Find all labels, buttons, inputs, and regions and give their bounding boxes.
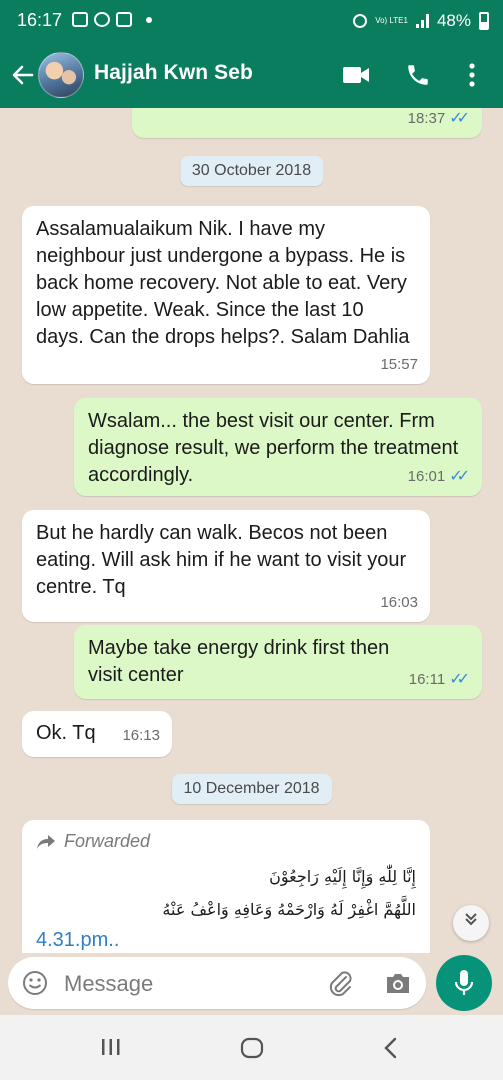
date-divider: 30 October 2018 — [179, 156, 324, 186]
status-time: 16:17 — [17, 10, 63, 30]
message-time: 15:57 — [380, 356, 418, 373]
message-bubble-incoming[interactable]: But he hardly can walk. Becos not been e… — [22, 510, 430, 622]
message-placeholder: Message — [64, 971, 154, 996]
date-divider: 10 December 2018 — [171, 774, 332, 804]
camera-icon[interactable] — [384, 970, 412, 996]
forward-arrow-icon — [37, 834, 55, 849]
recent-apps-icon[interactable] — [100, 1037, 122, 1057]
message-bubble-incoming[interactable]: Ok. Tq 16:13 — [22, 711, 172, 757]
home-icon[interactable] — [240, 1037, 264, 1059]
more-options-icon[interactable] — [468, 62, 476, 88]
message-text: Maybe take energy drink first then visit… — [88, 637, 390, 686]
message-bubble-incoming[interactable]: Assalamualaikum Nik. I have my neighbour… — [22, 206, 430, 384]
read-receipt-icon: ✓✓ — [449, 671, 470, 688]
more-notifications-dot-icon — [146, 17, 152, 23]
message-text: But he hardly can walk. Becos not been e… — [36, 522, 407, 598]
message-bubble-outgoing[interactable]: Wsalam... the best visit our center. Frm… — [74, 398, 482, 496]
back-nav-icon[interactable] — [382, 1037, 400, 1059]
battery-icon — [479, 12, 489, 30]
mail-notification-icon — [116, 12, 132, 27]
emoji-icon[interactable] — [22, 970, 48, 996]
message-time: 16:11 — [408, 671, 446, 688]
system-navigation-bar — [0, 1015, 503, 1080]
attach-icon[interactable] — [326, 969, 354, 997]
message-text: Ok. Tq — [36, 722, 96, 744]
signal-icon — [415, 14, 429, 28]
video-call-icon[interactable] — [342, 64, 370, 86]
status-bar: 16:17 Vo) LTE1 48% — [0, 0, 503, 44]
message-bubble-outgoing[interactable]: 18:37 ✓✓ — [132, 108, 482, 138]
double-chevron-down-icon — [465, 913, 477, 926]
message-link[interactable]: 4.31.pm.. — [36, 927, 416, 953]
composer-bar: Message — [0, 953, 503, 1015]
alarm-icon — [353, 14, 368, 28]
chat-header: Hajjah Kwn Seb — [0, 44, 503, 108]
scroll-to-bottom-button[interactable] — [453, 905, 489, 941]
read-receipt-icon: ✓✓ — [449, 110, 470, 127]
gallery-notification-icon — [72, 12, 88, 27]
microphone-icon — [454, 970, 474, 995]
back-arrow-icon[interactable] — [10, 60, 36, 90]
volte-indicator: Vo) LTE1 — [375, 16, 408, 25]
message-text: Assalamualaikum Nik. I have my neighbour… — [36, 218, 410, 348]
voice-call-icon[interactable] — [405, 62, 431, 88]
message-time: 16:01 — [407, 468, 446, 485]
message-bubble-outgoing[interactable]: Maybe take energy drink first then visit… — [74, 625, 482, 699]
message-input[interactable]: Message — [8, 957, 426, 1009]
forwarded-label: Forwarded — [64, 831, 151, 851]
message-time: 16:03 — [380, 594, 418, 611]
contact-avatar[interactable] — [38, 52, 84, 98]
voice-message-button[interactable] — [436, 955, 492, 1011]
message-time: 16:13 — [122, 727, 160, 744]
message-bubble-incoming-forwarded[interactable]: Forwarded إِنَّا لِلّٰهِ وَإِنَّا إِلَيْ… — [22, 820, 430, 953]
chat-area[interactable]: 18:37 ✓✓ 30 October 2018 Assalamualaikum… — [0, 108, 503, 953]
contact-name[interactable]: Hajjah Kwn Seb — [94, 61, 253, 85]
message-time: 18:37 — [407, 110, 446, 127]
arabic-text-line: إِنَّا لِلّٰهِ وَإِنَّا إِلَيْهِ رَاجِعُ… — [269, 867, 416, 886]
battery-percentage: 48% — [436, 11, 471, 30]
whatsapp-notification-icon — [94, 12, 110, 27]
read-receipt-icon: ✓✓ — [449, 468, 470, 485]
arabic-text-line: اللَّهُمَّ اغْفِرْ لَهُ وَارْحَمْهُ وَعَ… — [162, 900, 416, 919]
